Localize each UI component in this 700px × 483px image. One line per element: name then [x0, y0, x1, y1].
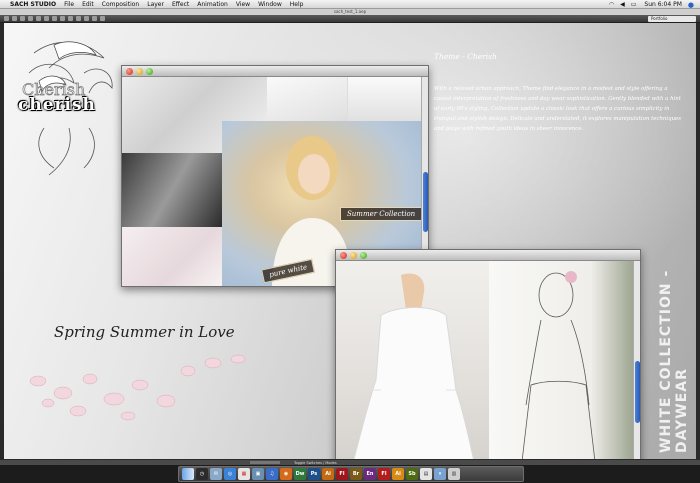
composition-canvas[interactable]: Cherish cherish Summer Collection pure w… — [4, 23, 696, 459]
zoom-button[interactable] — [360, 251, 367, 259]
brush-tool-icon[interactable] — [76, 16, 81, 21]
rose-petals-art — [29, 354, 246, 421]
app-menu[interactable]: SACH STUDIO — [10, 1, 56, 8]
safari-icon[interactable]: ◎ — [224, 468, 236, 480]
theme-description: With a relaxed urban approach, Theme fin… — [434, 86, 682, 132]
zoom-tool-icon[interactable] — [20, 16, 25, 21]
summer-collection-caption: Summer Collection — [340, 207, 423, 221]
menu-bar: SACH STUDIO File Edit Composition Layer … — [0, 0, 700, 9]
bw-model-image — [122, 153, 222, 227]
menu-animation[interactable]: Animation — [197, 1, 228, 8]
selection-tool-icon[interactable] — [4, 16, 9, 21]
dock-app-8-icon[interactable]: Sb — [406, 468, 418, 480]
dashboard-icon[interactable]: ◷ — [196, 468, 208, 480]
wifi-icon[interactable]: ◠ — [609, 1, 614, 8]
tools-panel: Portfolio — [0, 15, 700, 23]
dock-app-4-icon[interactable]: Br — [350, 468, 362, 480]
logo-wordmark: cherish — [18, 95, 96, 115]
camera-tool-icon[interactable] — [36, 16, 41, 21]
pen-tool-icon[interactable] — [60, 16, 65, 21]
scrollbar-thumb[interactable] — [423, 172, 428, 232]
menu-extras: ◠ ◀ ▭ Sun 6:04 PM ● — [609, 0, 694, 9]
dock-app-7-icon[interactable]: Ai — [392, 468, 404, 480]
firefox-icon[interactable]: ◉ — [280, 468, 292, 480]
volume-icon[interactable]: ◀ — [620, 1, 625, 8]
tagline-text: Spring Summer in Love — [54, 323, 235, 341]
collection-vertical-label: WHITE COLLECTION - DAYWEAR — [658, 269, 690, 453]
workspace-select[interactable]: Portfolio — [648, 16, 696, 22]
pan-tool-icon[interactable] — [44, 16, 49, 21]
menu-clock[interactable]: Sun 6:04 PM — [644, 1, 682, 8]
spotlight-icon[interactable]: ● — [688, 1, 694, 9]
mask-tool-icon[interactable] — [52, 16, 57, 21]
menu-window[interactable]: Window — [258, 1, 282, 8]
window-titlebar[interactable] — [336, 250, 640, 261]
document-stack-icon[interactable]: ▤ — [420, 468, 432, 480]
fashion-sketch-figure — [521, 271, 596, 459]
scrollbar-thumb[interactable] — [635, 361, 640, 423]
zoom-button[interactable] — [146, 67, 153, 75]
itunes-icon[interactable]: ♫ — [266, 468, 278, 480]
dock-app-1-icon[interactable]: Ps — [308, 468, 320, 480]
rotate-tool-icon[interactable] — [28, 16, 33, 21]
mail-icon[interactable]: ✉ — [210, 468, 222, 480]
menu-view[interactable]: View — [236, 1, 250, 8]
menu-file[interactable]: File — [64, 1, 74, 8]
ical-icon[interactable]: ▦ — [238, 468, 250, 480]
iphoto-icon[interactable]: ▣ — [252, 468, 264, 480]
dress-window[interactable] — [335, 249, 641, 459]
finder-icon[interactable] — [182, 468, 194, 480]
dock-app-2-icon[interactable]: Ai — [322, 468, 334, 480]
menu-edit[interactable]: Edit — [82, 1, 94, 8]
minimize-button[interactable] — [136, 67, 143, 75]
type-tool-icon[interactable] — [68, 16, 73, 21]
close-button[interactable] — [126, 67, 133, 75]
zoom-slider[interactable] — [250, 461, 280, 464]
menu-layer[interactable]: Layer — [147, 1, 164, 8]
clone-tool-icon[interactable] — [84, 16, 89, 21]
lace-detail-image — [122, 227, 222, 286]
minimize-button[interactable] — [350, 251, 357, 259]
dock: ◷ ✉ ◎ ▦ ▣ ♫ ◉ Dw Ps Ai Fl Br En Fl Ai Sb… — [0, 465, 700, 483]
downloads-stack-icon[interactable]: ▾ — [434, 468, 446, 480]
dock-app-6-icon[interactable]: Fl — [378, 468, 390, 480]
menu-help[interactable]: Help — [290, 1, 304, 8]
close-button[interactable] — [340, 251, 347, 259]
white-dress-figure — [353, 273, 474, 459]
dock-app-3-icon[interactable]: Fl — [336, 468, 348, 480]
window-titlebar[interactable] — [122, 66, 428, 77]
dock-app-0-icon[interactable]: Dw — [294, 468, 306, 480]
eraser-tool-icon[interactable] — [92, 16, 97, 21]
battery-icon[interactable]: ▭ — [631, 1, 637, 8]
theme-title: Theme - Cherish — [434, 52, 497, 61]
puppet-tool-icon[interactable] — [100, 16, 105, 21]
menu-composition[interactable]: Composition — [102, 1, 139, 8]
menu-effect[interactable]: Effect — [172, 1, 189, 8]
dock-shelf: ◷ ✉ ◎ ▦ ▣ ♫ ◉ Dw Ps Ai Fl Br En Fl Ai Sb… — [178, 466, 524, 482]
hand-tool-icon[interactable] — [12, 16, 17, 21]
scrollbar[interactable] — [633, 261, 640, 459]
dock-app-5-icon[interactable]: En — [364, 468, 376, 480]
trash-icon[interactable]: ▥ — [448, 468, 460, 480]
